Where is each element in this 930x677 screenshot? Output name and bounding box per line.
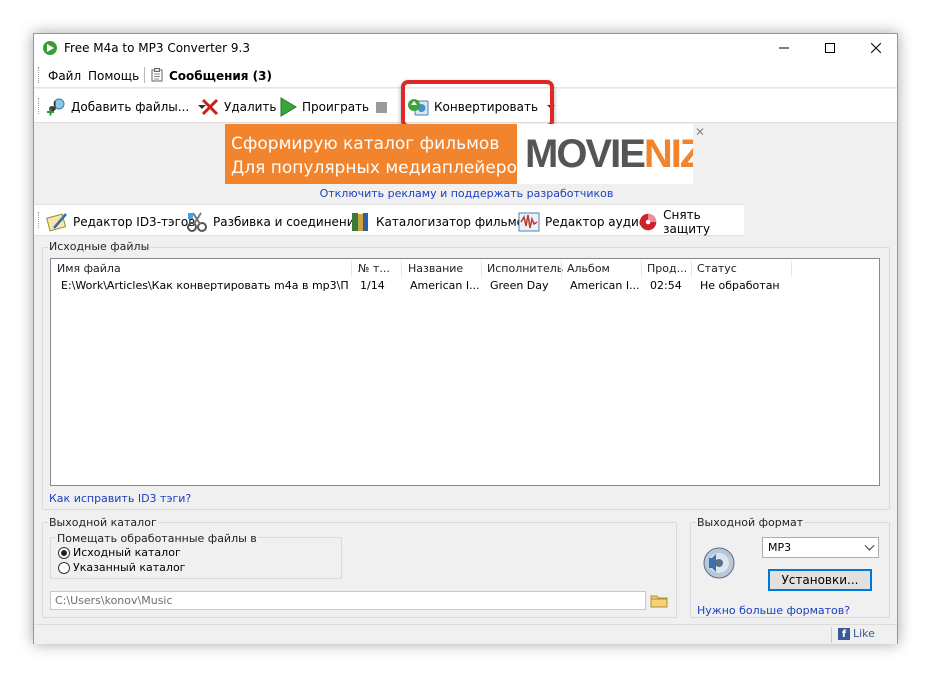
more-formats-link[interactable]: Нужно больше форматов? [697, 604, 850, 617]
delete-button[interactable]: Удалить [201, 97, 277, 117]
cell-duration: 02:54 [650, 279, 682, 292]
radio-custom-dir[interactable]: Указанный каталог [58, 561, 185, 574]
settings-button[interactable]: Установки... [768, 569, 872, 591]
tool-label: Каталогизатор фильмов [376, 215, 532, 229]
split-join-icon [187, 212, 207, 232]
place-files-label: Помещать обработанные файлы в [56, 532, 258, 545]
toolbar-grip [38, 98, 40, 114]
film-catalog-icon [352, 213, 368, 231]
radio-custom-label: Указанный каталог [73, 561, 186, 574]
cell-album: American I... [570, 279, 640, 292]
close-button[interactable] [853, 34, 899, 62]
radio-source-dir[interactable]: Исходный каталог [58, 546, 181, 559]
disable-ads-link-row: Отключить рекламу и поддержать разработч… [34, 187, 899, 200]
tools-toolbar: Редактор ID3-тэгов Разбивка и соединение… [34, 204, 744, 236]
cell-title: American I... [410, 279, 480, 292]
add-files-button[interactable]: Добавить файлы... [46, 97, 207, 117]
convert-highlight-annotation [401, 80, 554, 128]
clipboard-icon [151, 68, 163, 82]
add-files-label: Добавить файлы... [71, 100, 190, 114]
ad-line-2: Для популярных медиаплейеров [231, 158, 528, 178]
like-label: Like [853, 627, 875, 640]
movienizer-logo: MOVIENIZER [525, 132, 693, 176]
radio-button-checked[interactable] [58, 546, 70, 559]
tools-grip [38, 212, 40, 228]
stop-button[interactable] [376, 97, 387, 117]
audio-editor-button[interactable]: Редактор аудио [518, 211, 646, 233]
tag-editor-icon [46, 213, 67, 232]
format-select-value: MP3 [768, 541, 792, 554]
format-select[interactable]: MP3 [762, 537, 879, 558]
output-dir-label: Выходной каталог [48, 516, 158, 529]
maximize-icon [825, 43, 835, 53]
column-header-title[interactable]: Название [408, 262, 463, 275]
tool-label: Редактор аудио [545, 215, 647, 229]
close-icon [871, 43, 881, 53]
radio-button-unchecked[interactable] [58, 561, 70, 574]
column-header-filename[interactable]: Имя файла [57, 262, 121, 275]
play-button[interactable]: Проиграть [279, 97, 369, 117]
facebook-icon: f [838, 627, 850, 640]
status-bar: f Like [34, 624, 897, 644]
audio-editor-icon [518, 212, 540, 232]
unprotect-icon [639, 213, 657, 231]
app-icon [43, 41, 57, 55]
menu-file[interactable]: Файл [48, 69, 81, 83]
disable-ads-link[interactable]: Отключить рекламу и поддержать разработч… [320, 187, 614, 200]
column-header-status[interactable]: Статус [697, 262, 737, 275]
add-file-icon [47, 98, 65, 116]
id3-editor-button[interactable]: Редактор ID3-тэгов [46, 211, 195, 233]
menu-grip [38, 67, 40, 83]
delete-label: Удалить [224, 100, 277, 114]
menu-separator [144, 67, 145, 83]
menu-messages[interactable]: Сообщения (3) [169, 69, 272, 83]
audio-disc-icon [703, 547, 735, 579]
column-header-album[interactable]: Альбом [567, 262, 610, 275]
window-title: Free M4a to MP3 Converter 9.3 [64, 41, 250, 55]
output-format-label: Выходной формат [696, 516, 805, 529]
minimize-icon [779, 47, 789, 49]
cell-artist: Green Day [490, 279, 549, 292]
split-join-button[interactable]: Разбивка и соединение [186, 211, 362, 233]
menu-help[interactable]: Помощь [88, 69, 139, 83]
ad-banner[interactable]: Сформирую каталог фильмов Для популярных… [225, 124, 693, 184]
output-path-field[interactable]: C:\Users\konov\Music [50, 591, 646, 610]
cell-status: Не обработан [700, 279, 780, 292]
play-label: Проиграть [302, 100, 370, 114]
cell-filename: E:\Work\Articles\Как конвертировать m4a … [61, 279, 349, 292]
tool-label: Редактор ID3-тэгов [73, 215, 196, 229]
cell-track: 1/14 [360, 279, 385, 292]
maximize-button[interactable] [807, 34, 853, 62]
tool-label: Снять защиту [663, 208, 711, 236]
stop-icon [376, 101, 387, 113]
ad-close-icon[interactable]: ✕ [695, 125, 705, 139]
delete-x-icon [201, 98, 219, 116]
folder-browse-icon[interactable] [649, 590, 669, 610]
ad-line-1: Сформирую каталог фильмов [231, 134, 500, 154]
column-header-artist[interactable]: Исполнитель [487, 262, 563, 275]
radio-source-label: Исходный каталог [73, 546, 181, 559]
unprotect-button[interactable]: Снять защиту [638, 208, 744, 236]
title-bar: Free M4a to MP3 Converter 9.3 [34, 34, 897, 62]
film-catalog-button[interactable]: Каталогизатор фильмов [349, 211, 531, 233]
facebook-like-button[interactable]: f Like [838, 627, 875, 640]
minimize-button[interactable] [761, 34, 807, 62]
ad-area: Сформирую каталог фильмов Для популярных… [34, 124, 897, 202]
source-files-label: Исходные файлы [48, 240, 151, 253]
fix-id3-tags-link[interactable]: Как исправить ID3 тэги? [49, 492, 191, 505]
file-list[interactable]: Имя файла № т... Название Исполнитель Ал… [50, 258, 880, 486]
play-icon [280, 97, 297, 117]
app-window: Free M4a to MP3 Converter 9.3 Файл Помощ… [33, 33, 898, 644]
column-header-track[interactable]: № т... [358, 262, 390, 275]
tool-label: Разбивка и соединение [213, 215, 362, 229]
chevron-down-icon [864, 540, 875, 551]
column-header-duration[interactable]: Прод... [647, 262, 687, 275]
